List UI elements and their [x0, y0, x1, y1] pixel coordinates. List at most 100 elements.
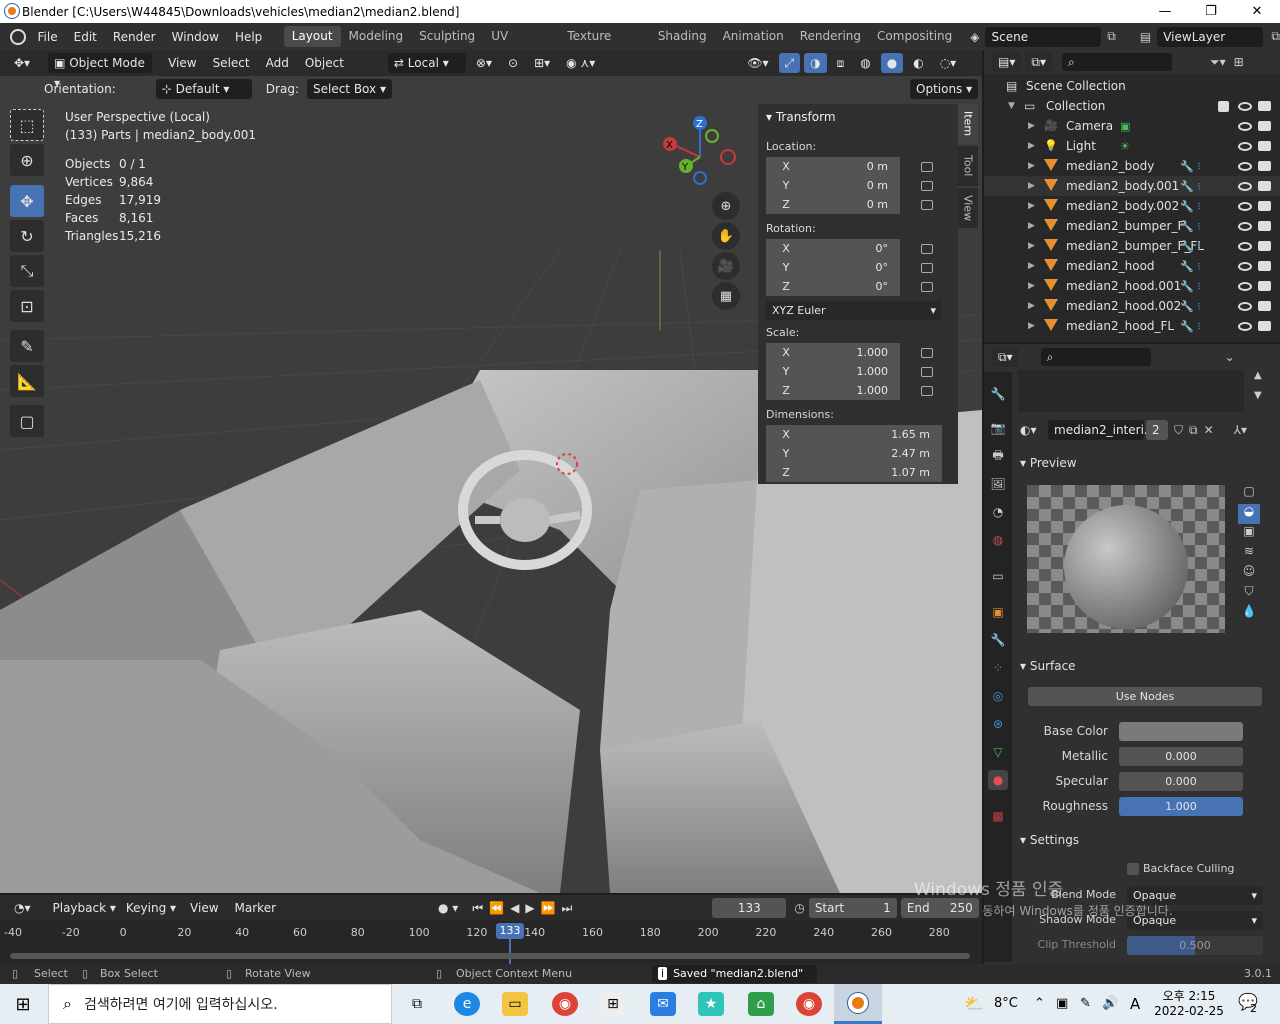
preview-panel-header[interactable]: ▾ Preview — [1020, 456, 1270, 470]
world-tab-icon[interactable]: ◍ — [988, 530, 1008, 550]
lock-icon[interactable] — [921, 386, 933, 396]
metallic-field[interactable]: 0.000 — [1119, 747, 1243, 766]
end-frame-field[interactable]: End 250 — [900, 898, 979, 918]
rotation-x-field[interactable]: X 0° — [766, 239, 900, 258]
snap-target-icon[interactable]: ⊞▾ — [528, 53, 557, 73]
blender-taskbar-icon[interactable] — [834, 984, 882, 1024]
tab-layout[interactable]: Layout — [283, 26, 341, 47]
settings-panel-header[interactable]: ▾ Settings — [1020, 833, 1270, 847]
drag-selector[interactable]: Select Box ▾ — [306, 79, 392, 99]
expand-arrow-icon[interactable]: ▶ — [1028, 181, 1035, 191]
mode-selector[interactable]: ▣ Object Mode ▾ — [48, 53, 153, 90]
volume-icon[interactable]: 🔊 — [1102, 996, 1118, 1011]
lock-icon[interactable] — [921, 348, 933, 358]
outliner-item[interactable]: ▶ median2_body.002 🔧 ⁝ — [984, 196, 1280, 216]
clip-threshold-field[interactable]: 0.500 — [1127, 936, 1263, 955]
visibility-icon[interactable]: 👁▾ — [741, 53, 775, 73]
options-button[interactable]: Options ▾ — [910, 79, 979, 99]
eye-icon[interactable] — [1238, 261, 1252, 271]
eye-icon[interactable] — [1238, 161, 1252, 171]
display-mode-icon[interactable]: ⧉▾ — [1025, 52, 1052, 72]
preview-monkey-icon[interactable]: ☺ — [1238, 564, 1260, 584]
outliner-editor-icon[interactable]: ▤▾ — [992, 52, 1022, 72]
network-icon[interactable]: ▣ — [1056, 996, 1068, 1011]
mail-icon[interactable]: ✉ — [650, 992, 676, 1016]
slot-up-icon[interactable]: ▲ — [1254, 370, 1262, 381]
collection-tab-icon[interactable]: ▭ — [988, 566, 1008, 586]
timeline-editor-icon[interactable]: ◔▾ — [8, 898, 37, 918]
collection-row[interactable]: ▼ ▭ Collection — [984, 96, 1280, 116]
tab-texture-paint[interactable]: Texture Paint — [559, 26, 649, 64]
location-y-field[interactable]: Y0 m — [766, 176, 900, 195]
menu-render[interactable]: Render — [105, 30, 164, 44]
eye-icon[interactable] — [1238, 141, 1252, 151]
expand-arrow-icon[interactable]: ▶ — [1028, 281, 1035, 291]
navigation-gizmo[interactable]: Z X Y — [660, 112, 750, 202]
expand-arrow-icon[interactable]: ▶ — [1028, 241, 1035, 251]
ime-indicator[interactable]: A — [1130, 995, 1140, 1013]
camera-render-icon[interactable] — [1258, 201, 1271, 211]
dimension-x-field[interactable]: X 1.65 m — [766, 425, 942, 444]
playhead-indicator[interactable]: 133 — [496, 923, 524, 939]
camera-render-icon[interactable] — [1258, 321, 1271, 331]
data-tab-icon[interactable]: ▽ — [988, 742, 1008, 762]
camera-render-icon[interactable] — [1258, 121, 1271, 131]
camera-render-icon[interactable] — [1258, 281, 1271, 291]
specular-field[interactable]: 0.000 — [1119, 772, 1243, 791]
preview-fluid-icon[interactable]: 💧 — [1238, 604, 1260, 624]
jump-keyframe-forward-icon[interactable]: ⏩ — [541, 901, 556, 915]
material-browse-icon[interactable]: ◐▾ — [1020, 423, 1048, 437]
menu-window[interactable]: Window — [164, 30, 227, 44]
location-z-field[interactable]: Z0 m — [766, 195, 900, 214]
tab-uv-editing[interactable]: UV Editing — [483, 26, 559, 64]
particles-tab-icon[interactable]: ⁘ — [988, 658, 1008, 678]
start-frame-field[interactable]: Start 1 — [808, 898, 897, 918]
cursor-tool[interactable]: ⊕ — [10, 144, 44, 176]
menu-edit[interactable]: Edit — [66, 30, 105, 44]
material-selector[interactable]: ◐▾ median2_interi... 2 ⛉ ⧉ ✕ ⅄▾ — [1020, 420, 1270, 440]
jump-start-icon[interactable]: ⏮ — [472, 901, 483, 916]
lock-icon[interactable] — [921, 282, 933, 292]
unlink-material-icon[interactable]: ✕ — [1204, 423, 1214, 437]
annotate-tool[interactable]: ✎ — [10, 330, 44, 362]
outliner-item[interactable]: ▶ median2_bumper_F 🔧 ⁝ — [984, 216, 1280, 236]
gizmo-icon[interactable]: ⤢ — [778, 53, 801, 73]
zoom-icon[interactable]: ⊕ — [712, 192, 740, 220]
material-slot-list[interactable] — [1018, 370, 1244, 412]
texture-tab-icon[interactable]: ▩ — [988, 806, 1008, 826]
store-icon[interactable]: ⊞ — [600, 992, 626, 1016]
editor-type-icon[interactable]: ✥▾ — [8, 53, 37, 73]
current-frame-field[interactable]: 133 — [712, 898, 787, 918]
new-view-layer-icon[interactable]: ⧉ — [1271, 29, 1280, 44]
camera-render-icon[interactable] — [1258, 261, 1271, 271]
properties-editor-icon[interactable]: ⧉▾ — [992, 347, 1019, 367]
play-icon[interactable]: ▶ — [525, 901, 534, 915]
eye-icon[interactable] — [1238, 121, 1252, 131]
camera-render-icon[interactable] — [1258, 181, 1271, 191]
windows-start-icon[interactable]: ⊞ — [10, 992, 36, 1016]
preview-cloth-icon[interactable]: ⛉ — [1238, 584, 1260, 604]
camera-render-icon[interactable] — [1258, 241, 1271, 251]
outliner-item[interactable]: ▶ median2_hood.002 🔧 ⁝ — [984, 296, 1280, 316]
material-name-field[interactable]: median2_interi... — [1048, 420, 1155, 440]
rotate-tool[interactable]: ↻ — [10, 220, 44, 252]
playback-menu[interactable]: Playback ▾ — [53, 901, 116, 915]
app-green-icon[interactable]: ⌂ — [748, 992, 774, 1016]
dimension-y-field[interactable]: Y 2.47 m — [766, 444, 942, 463]
menu-view[interactable]: View — [168, 56, 196, 70]
scene-selector[interactable]: Scene — [985, 26, 1102, 47]
duplicate-material-icon[interactable]: ⧉ — [1189, 423, 1198, 438]
minimize-button[interactable]: — — [1142, 0, 1188, 23]
menu-object[interactable]: Object — [305, 56, 344, 70]
tab-modeling[interactable]: Modeling — [341, 26, 412, 47]
file-explorer-icon[interactable]: ▭ — [502, 992, 528, 1016]
filter-icon[interactable]: ⏷▾ — [1210, 55, 1226, 70]
camera-view-icon[interactable]: 🎥 — [712, 252, 740, 280]
keying-menu[interactable]: Keying ▾ — [126, 901, 176, 915]
constraints-tab-icon[interactable]: ⊛ — [988, 714, 1008, 734]
tab-sculpting[interactable]: Sculpting — [411, 26, 483, 47]
play-reverse-icon[interactable]: ◀ — [510, 901, 519, 915]
expand-arrow-icon[interactable]: ▶ — [1028, 121, 1035, 131]
object-tab-icon[interactable]: ▣ — [988, 602, 1008, 622]
scale-x-field[interactable]: X 1.000 — [766, 343, 900, 362]
